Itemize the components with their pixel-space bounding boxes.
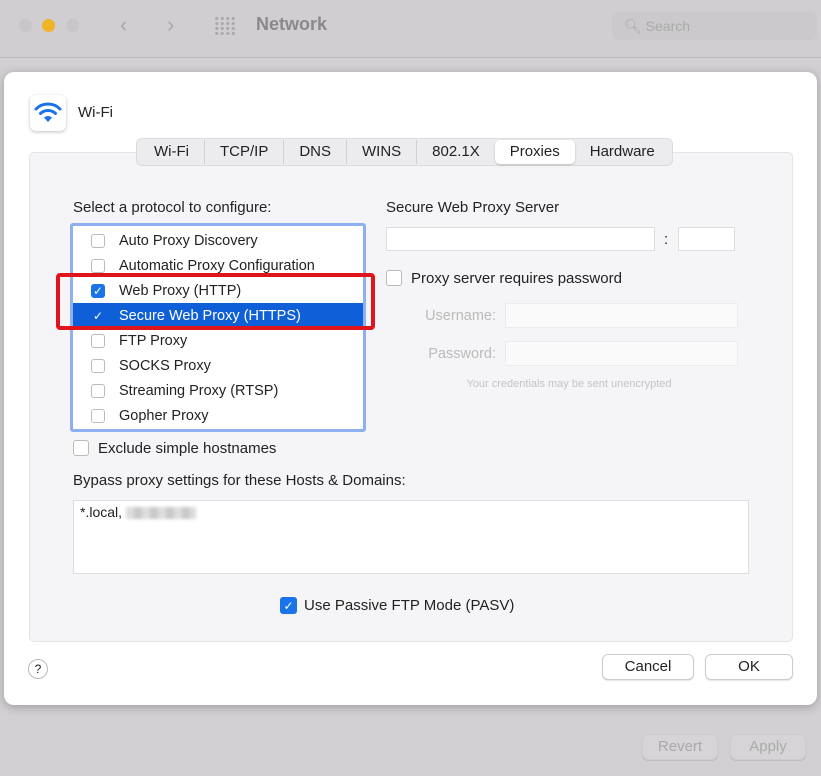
passive-ftp-label: Use Passive FTP Mode (PASV) [304, 597, 515, 614]
protocol-item[interactable]: SOCKS Proxy [73, 353, 363, 378]
bypass-label: Bypass proxy settings for these Hosts & … [73, 472, 406, 489]
username-label: Username: [425, 308, 496, 324]
grid-icon[interactable] [214, 16, 236, 36]
minimize-button[interactable] [42, 19, 55, 32]
zoom-button[interactable] [66, 19, 79, 32]
protocol-label: Select a protocol to configure: [73, 199, 272, 216]
bypass-textarea[interactable]: *.local, [73, 500, 749, 574]
service-name: Wi-Fi [78, 104, 113, 121]
back-icon[interactable]: ‹ [120, 12, 127, 38]
proxy-server-input[interactable] [386, 227, 655, 251]
protocol-item[interactable]: Streaming Proxy (RTSP) [73, 378, 363, 403]
tab-bar: Wi-Fi TCP/IP DNS WINS 802.1X Proxies Har… [136, 138, 673, 166]
protocol-label: Auto Proxy Discovery [119, 232, 258, 249]
help-button[interactable]: ? [28, 659, 48, 679]
credentials-note: Your credentials may be sent unencrypted [466, 378, 672, 390]
exclude-simple-label: Exclude simple hostnames [98, 440, 277, 457]
requires-password-label: Proxy server requires password [411, 270, 622, 287]
tab-dns[interactable]: DNS [284, 140, 347, 164]
username-input[interactable] [505, 303, 738, 328]
protocol-item[interactable]: Auto Proxy Discovery [73, 228, 363, 253]
ok-button[interactable]: OK [705, 654, 793, 680]
protocol-checkbox[interactable] [91, 233, 105, 248]
tab-tcpip[interactable]: TCP/IP [205, 140, 285, 164]
window-title: Network [256, 14, 328, 34]
tab-hardware[interactable]: Hardware [575, 140, 670, 164]
close-button[interactable] [19, 19, 32, 32]
tab-proxies[interactable]: Proxies [494, 140, 575, 164]
highlight-annotation [56, 273, 375, 330]
search-icon: 🔍︎ [624, 18, 642, 34]
protocol-checkbox[interactable] [91, 408, 105, 423]
protocol-label: FTP Proxy [119, 332, 188, 349]
protocol-checkbox[interactable] [91, 333, 105, 348]
protocol-label: SOCKS Proxy [119, 357, 211, 374]
wifi-icon [30, 95, 66, 131]
cancel-button[interactable]: Cancel [602, 654, 694, 680]
protocol-checkbox[interactable] [91, 258, 105, 273]
password-label: Password: [428, 346, 496, 362]
bypass-value: *.local, [80, 504, 123, 520]
redacted-text [126, 507, 197, 520]
tab-wins[interactable]: WINS [347, 140, 418, 164]
password-input[interactable] [505, 341, 738, 366]
protocol-checkbox[interactable] [91, 383, 105, 398]
forward-icon[interactable]: › [167, 12, 174, 38]
protocol-item[interactable]: Gopher Proxy [73, 403, 363, 428]
exclude-simple-checkbox[interactable] [73, 440, 89, 456]
revert-button[interactable]: Revert [642, 734, 718, 760]
protocol-item[interactable]: FTP Proxy [73, 328, 363, 353]
protocol-label: Automatic Proxy Configuration [119, 257, 315, 274]
search-placeholder: Search [645, 18, 691, 34]
tab-wifi[interactable]: Wi-Fi [139, 140, 205, 164]
apply-button[interactable]: Apply [730, 734, 806, 760]
requires-password-checkbox[interactable] [386, 270, 402, 286]
tab-8021x[interactable]: 802.1X [417, 140, 495, 164]
port-colon: : [664, 231, 669, 248]
window-toolbar: ‹ › Network 🔍︎ Search [0, 0, 821, 58]
search-input[interactable]: 🔍︎ Search [612, 12, 817, 40]
passive-ftp-checkbox[interactable]: ✓ [280, 597, 297, 614]
proxy-port-input[interactable] [678, 227, 735, 251]
protocol-checkbox[interactable] [91, 358, 105, 373]
protocol-label: Gopher Proxy [119, 407, 209, 424]
protocol-label: Streaming Proxy (RTSP) [119, 382, 279, 399]
server-label: Secure Web Proxy Server [386, 199, 560, 216]
